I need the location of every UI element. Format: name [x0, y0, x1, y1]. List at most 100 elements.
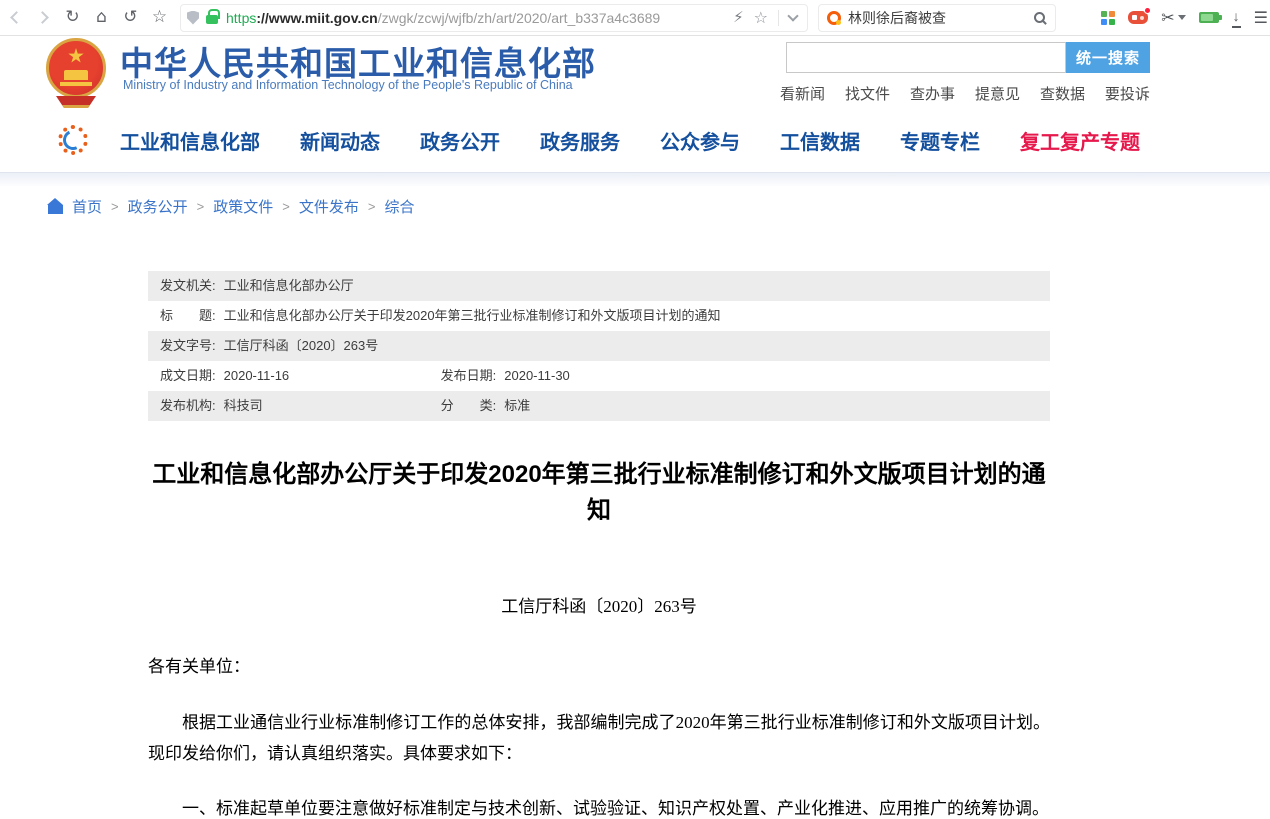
shield-icon[interactable] — [187, 11, 199, 25]
meta-value: 2020-11-30 — [504, 368, 570, 383]
lock-icon — [206, 15, 218, 24]
download-icon[interactable]: ↓ — [1232, 8, 1241, 28]
paragraph-1: 根据工业通信业行业标准制修订工作的总体安排，我部编制完成了2020年第三批行业标… — [148, 707, 1050, 769]
meta-row-title: 标 题: 工业和信息化部办公厅关于印发2020年第三批行业标准制修订和外文版项目计… — [148, 301, 1050, 331]
refresh-icon: ↻ — [65, 9, 79, 26]
quick-link-complaint[interactable]: 要投诉 — [1105, 83, 1150, 104]
article-title: 工业和信息化部办公厅关于印发2020年第三批行业标准制修订和外文版项目计划的通知 — [148, 457, 1050, 529]
meta-label: 发文机关: — [160, 278, 216, 293]
main-nav: 工业和信息化部 新闻动态 政务公开 政务服务 公众参与 工信数据 专题专栏 复工… — [0, 116, 1270, 164]
quick-link-services[interactable]: 查办事 — [910, 83, 955, 104]
breadcrumb-separator: > — [197, 199, 205, 214]
screenshot-tool[interactable]: ✂ — [1161, 8, 1185, 28]
quick-link-news[interactable]: 看新闻 — [780, 83, 825, 104]
home-breadcrumb-icon[interactable] — [48, 205, 63, 214]
favorites-button[interactable]: ☆ — [145, 0, 174, 36]
meta-value: 工信厅科函〔2020〕263号 — [224, 338, 379, 353]
meta-label: 发文字号: — [160, 338, 216, 353]
browser-window: ↻ ⌂ ↺ ☆ https://www.miit.gov.cn/zwgk/zcw… — [0, 0, 1270, 819]
nav-item-miit[interactable]: 工业和信息化部 — [120, 126, 260, 155]
quick-link-data[interactable]: 查数据 — [1040, 83, 1085, 104]
meta-row-doc-number: 发文字号: 工信厅科函〔2020〕263号 — [148, 331, 1050, 361]
undo-icon: ↺ — [123, 9, 137, 26]
site-title-english: Ministry of Industry and Information Tec… — [123, 78, 573, 92]
back-button[interactable] — [0, 0, 29, 36]
site-header: 中华人民共和国工业和信息化部 Ministry of Industry and … — [0, 37, 1270, 116]
meta-value: 工业和信息化部办公厅 — [224, 278, 354, 293]
nav-item-gov-info[interactable]: 政务公开 — [420, 126, 500, 155]
home-icon: ⌂ — [96, 9, 107, 26]
notification-dot — [1144, 7, 1151, 14]
miit-logo-icon — [58, 125, 88, 155]
url-text[interactable]: https://www.miit.gov.cn/zwgk/zcwj/wjfb/z… — [226, 10, 727, 26]
bookmark-star-icon[interactable]: ☆ — [754, 8, 768, 28]
forward-button[interactable] — [29, 0, 58, 36]
breadcrumb: 首页 > 政务公开 > 政策文件 > 文件发布 > 综合 — [48, 196, 414, 217]
meta-label: 成文日期: — [160, 368, 216, 383]
scissors-icon: ✂ — [1161, 8, 1174, 28]
chevron-down-icon[interactable] — [787, 10, 798, 21]
apps-grid-icon[interactable] — [1101, 11, 1115, 25]
national-emblem — [42, 38, 110, 110]
search-icon[interactable] — [1034, 12, 1045, 23]
nav-item-resume-work[interactable]: 复工复产专题 — [1020, 126, 1140, 155]
chevron-right-icon — [36, 11, 49, 24]
site-search-button[interactable]: 统一搜索 — [1066, 42, 1150, 73]
refresh-button[interactable]: ↻ — [58, 0, 87, 36]
meta-value: 科技司 — [224, 398, 263, 413]
address-bar[interactable]: https://www.miit.gov.cn/zwgk/zcwj/wjfb/z… — [180, 4, 808, 32]
chevron-left-icon — [10, 11, 23, 24]
breadcrumb-separator: > — [368, 199, 376, 214]
toolbar-extensions: ✂ ↓ ☰ — [1056, 8, 1270, 28]
meta-row-dates: 成文日期: 2020-11-16 发布日期: 2020-11-30 — [148, 361, 1050, 391]
nav-item-gov-service[interactable]: 政务服务 — [540, 126, 620, 155]
url-host: ://www.miit.gov.cn — [256, 10, 377, 26]
quick-link-documents[interactable]: 找文件 — [845, 83, 890, 104]
meta-row-publisher: 发布机构: 科技司 分 类: 标准 — [148, 391, 1050, 421]
meta-value: 标准 — [504, 398, 530, 413]
breadcrumb-home[interactable]: 首页 — [72, 196, 102, 217]
paragraph-2: 一、标准起草单位要注意做好标准制定与技术创新、试验验证、知识产权处置、产业化推进… — [148, 793, 1050, 819]
breadcrumb-general[interactable]: 综合 — [384, 196, 414, 217]
meta-label: 发布机构: — [160, 398, 216, 413]
header-divider-band — [0, 172, 1270, 186]
menu-icon[interactable]: ☰ — [1254, 8, 1268, 28]
quick-link-feedback[interactable]: 提意见 — [975, 83, 1020, 104]
breadcrumb-separator: > — [111, 199, 119, 214]
browser-search-box[interactable]: 林则徐后裔被查 — [818, 4, 1056, 32]
battery-icon[interactable] — [1199, 12, 1219, 23]
lightning-icon[interactable]: ⚡ — [733, 10, 744, 25]
document-number: 工信厅科函〔2020〕263号 — [148, 597, 1050, 617]
search-engine-icon — [827, 11, 841, 25]
meta-label: 发布日期: — [441, 368, 497, 383]
games-icon[interactable] — [1128, 11, 1148, 24]
nav-items: 工业和信息化部 新闻动态 政务公开 政务服务 公众参与 工信数据 专题专栏 复工… — [120, 126, 1140, 155]
quick-links: 看新闻 找文件 查办事 提意见 查数据 要投诉 — [780, 83, 1150, 104]
article: 发文机关: 工业和信息化部办公厅 标 题: 工业和信息化部办公厅关于印发2020年第… — [148, 271, 1050, 819]
breadcrumb-doc-release[interactable]: 文件发布 — [299, 196, 359, 217]
meta-row-issuing-office: 发文机关: 工业和信息化部办公厅 — [148, 271, 1050, 301]
meta-value: 2020-11-16 — [224, 368, 290, 383]
star-icon: ☆ — [152, 9, 167, 26]
url-path: /zwgk/zcwj/wjfb/zh/art/2020/art_b337a4c3… — [378, 10, 661, 26]
home-button[interactable]: ⌂ — [87, 0, 116, 36]
site-search-input[interactable] — [786, 42, 1066, 73]
breadcrumb-gov-info[interactable]: 政务公开 — [128, 196, 188, 217]
restore-tab-button[interactable]: ↺ — [116, 0, 145, 36]
document-meta-table: 发文机关: 工业和信息化部办公厅 标 题: 工业和信息化部办公厅关于印发2020年第… — [148, 271, 1050, 421]
browser-search-query[interactable]: 林则徐后裔被查 — [848, 8, 1034, 28]
url-scheme: https — [226, 10, 256, 26]
meta-label: 分 类: — [441, 398, 497, 413]
caret-down-icon — [1178, 15, 1186, 20]
breadcrumb-policy-docs[interactable]: 政策文件 — [213, 196, 273, 217]
nav-item-data[interactable]: 工信数据 — [780, 126, 860, 155]
meta-value: 工业和信息化部办公厅关于印发2020年第三批行业标准制修订和外文版项目计划的通知 — [224, 308, 721, 323]
nav-item-news[interactable]: 新闻动态 — [300, 126, 380, 155]
browser-toolbar: ↻ ⌂ ↺ ☆ https://www.miit.gov.cn/zwgk/zcw… — [0, 0, 1270, 36]
nav-item-topics[interactable]: 专题专栏 — [900, 126, 980, 155]
divider — [778, 10, 779, 26]
salutation: 各有关单位： — [148, 655, 1050, 679]
breadcrumb-separator: > — [282, 199, 290, 214]
meta-label: 标 题: — [160, 308, 216, 323]
nav-item-public[interactable]: 公众参与 — [660, 126, 740, 155]
